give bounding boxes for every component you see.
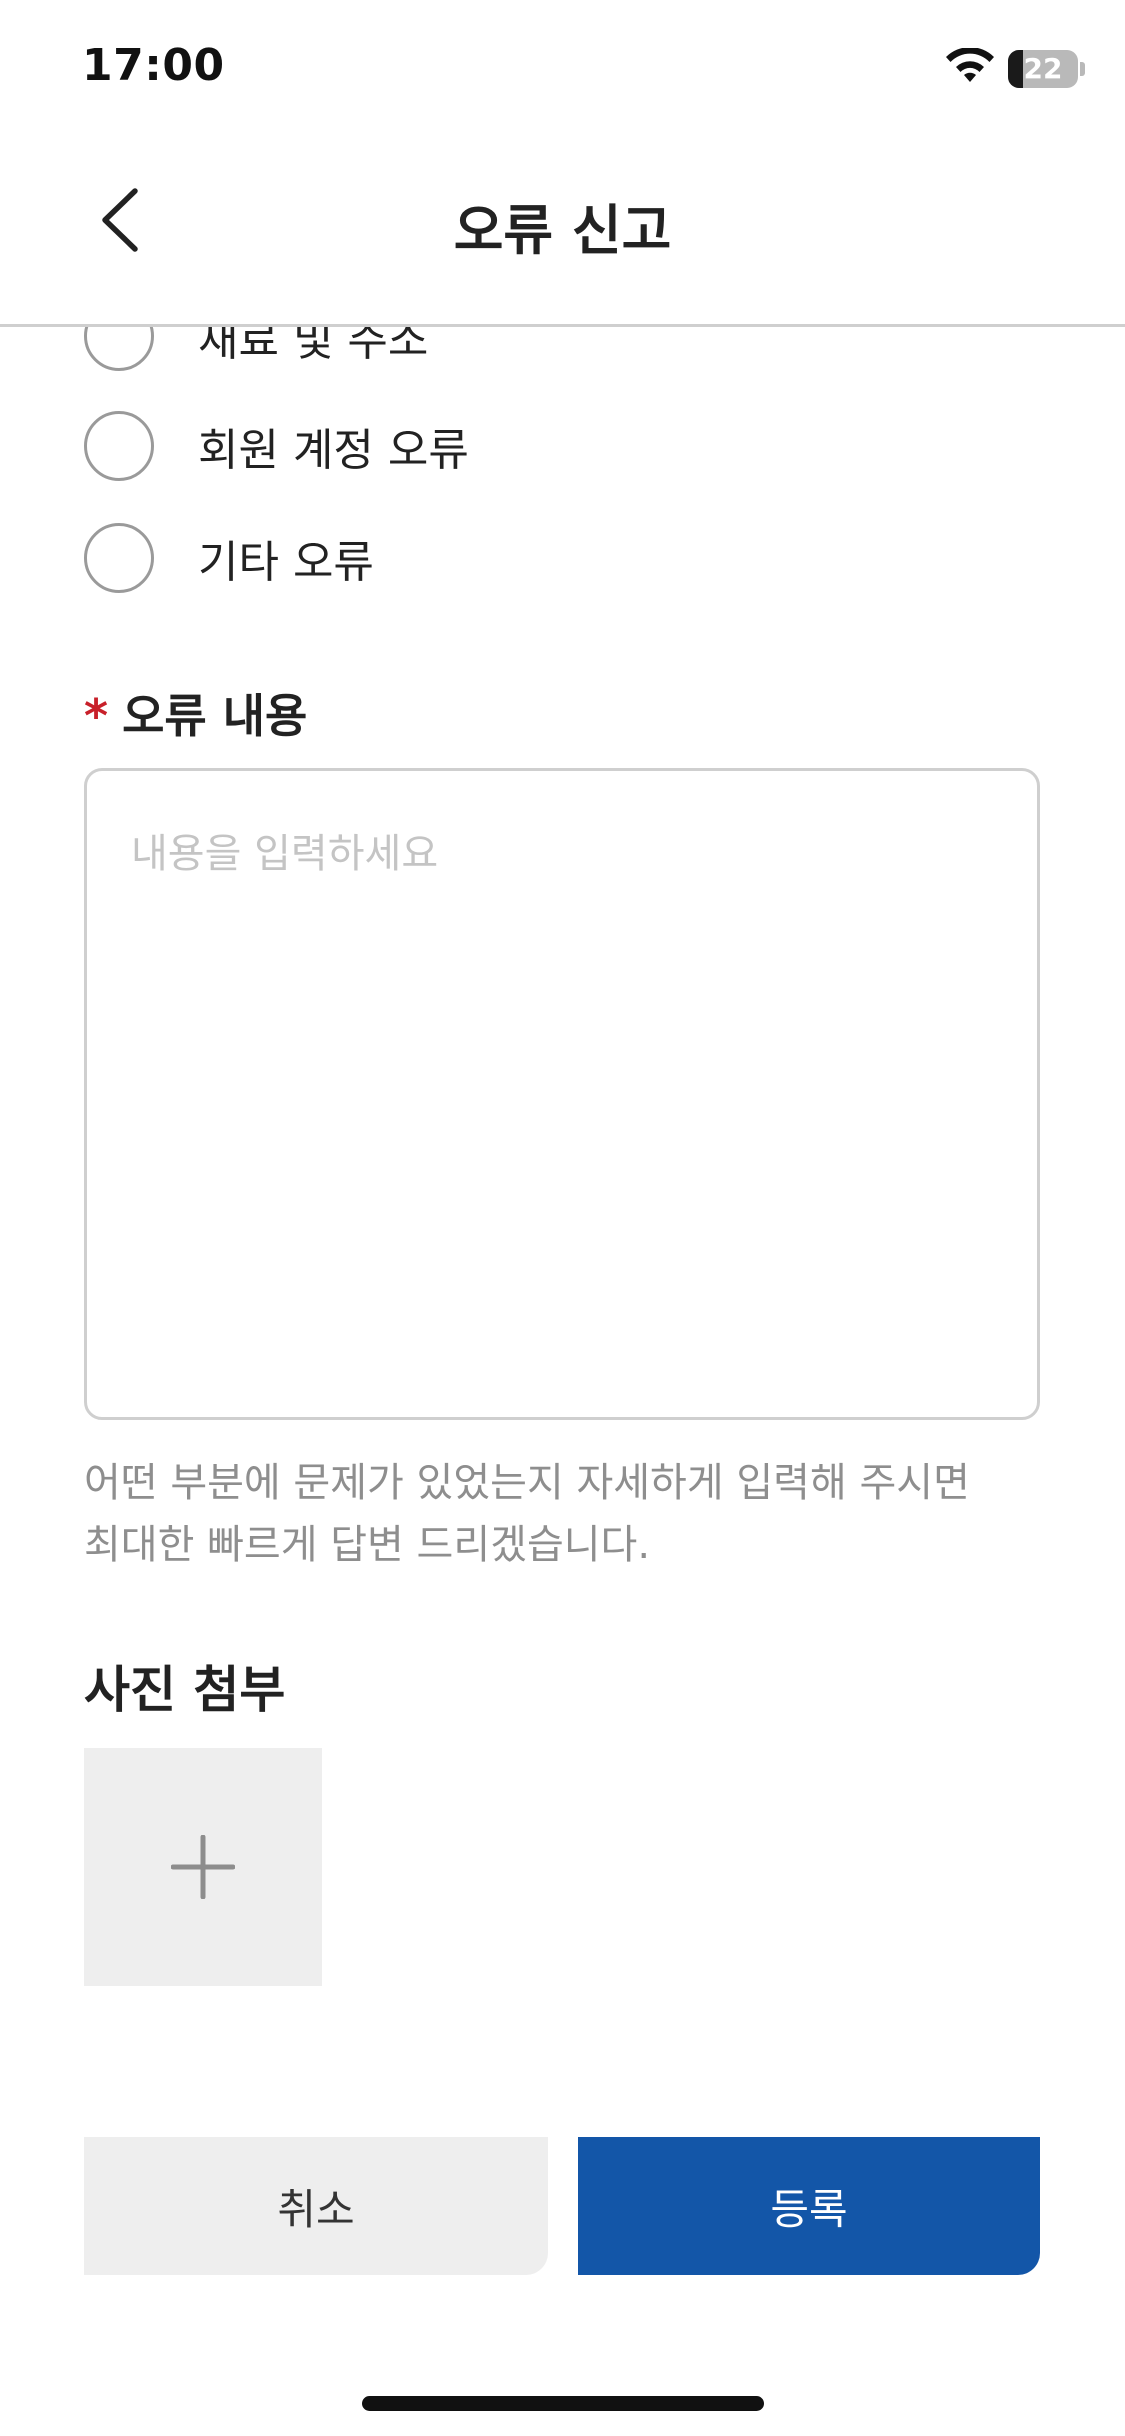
status-time: 17:00 [82,40,225,91]
add-photo-button[interactable] [84,1748,322,1986]
plus-icon [171,1835,235,1899]
content-label: 오류 내용 [122,689,308,743]
radio-option-other[interactable]: 기타 오류 [84,518,374,598]
submit-button[interactable]: 등록 [578,2137,1040,2275]
required-mark: * [84,689,109,743]
wifi-icon [946,48,994,82]
radio-label: 회원 계정 오류 [198,425,469,476]
helper-text-line: 어떤 부분에 문제가 있었는지 자세하게 입력해 주시면 [84,1460,970,1506]
battery-icon: 22 [1008,50,1078,88]
cancel-button[interactable]: 취소 [84,2137,548,2275]
radio-option-member-account[interactable]: 회원 계정 오류 [84,406,469,486]
photo-section-title: 사진 첨부 [84,1661,286,1719]
radio-circle[interactable] [84,411,154,481]
home-indicator [362,2396,764,2411]
helper-text: 어떤 부분에 문제가 있었는지 자세하게 입력해 주시면 최대한 빠르게 답변 … [84,1452,1044,1576]
nav-bar: 오류 신고 [0,140,1125,327]
content-section-label: * 오류 내용 [84,680,307,746]
battery-level: 22 [1023,52,1063,85]
battery-cap [1080,62,1085,76]
content-textarea[interactable] [84,768,1040,1420]
radio-label: 기타 오류 [198,537,374,588]
radio-circle[interactable] [84,523,154,593]
status-bar: 17:00 22 [0,0,1125,140]
page-title: 오류 신고 [453,199,672,262]
helper-text-line: 최대한 빠르게 답변 드리겠습니다. [84,1522,651,1568]
